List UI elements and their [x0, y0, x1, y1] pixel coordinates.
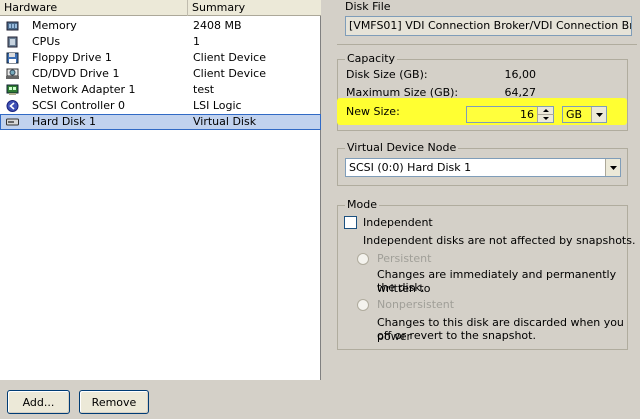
hardware-list-header: Hardware Summary: [0, 0, 321, 16]
nonpersistent-radio[interactable]: [357, 299, 369, 311]
hardware-name: Memory: [32, 19, 77, 32]
memory-icon: [6, 20, 19, 32]
new-size-input[interactable]: 16: [466, 106, 554, 123]
new-size-spinner[interactable]: [537, 107, 554, 122]
cd-dvd-drive-icon: [6, 68, 19, 80]
hardware-row-network-adapter[interactable]: Network Adapter 1 test: [0, 82, 321, 98]
hardware-row-cd-dvd-drive[interactable]: CD/DVD Drive 1 Client Device: [0, 66, 321, 82]
hardware-row-cpus[interactable]: CPUs 1: [0, 34, 321, 50]
disk-size-label: Disk Size (GB):: [346, 68, 428, 81]
floppy-drive-icon: [6, 52, 19, 64]
new-size-label: New Size:: [346, 105, 400, 118]
column-header-hardware[interactable]: Hardware: [0, 0, 188, 16]
virtual-device-node-value: SCSI (0:0) Hard Disk 1: [349, 161, 472, 174]
disk-size-value: 16,00: [504, 68, 537, 81]
nonpersistent-label[interactable]: Nonpersistent: [377, 298, 454, 312]
size-unit-value: GB: [566, 108, 583, 121]
remove-hardware-button[interactable]: Remove: [79, 390, 149, 414]
hard-disk-icon: [6, 116, 19, 128]
hardware-name: Floppy Drive 1: [32, 51, 112, 64]
virtual-device-node-select[interactable]: SCSI (0:0) Hard Disk 1: [345, 158, 621, 177]
independent-description: Independent disks are not affected by sn…: [363, 234, 636, 247]
hardware-list[interactable]: Hardware Summary Memory 2408 MB CPUs 1 F…: [0, 0, 321, 380]
nonpersistent-description-line-2: off or revert to the snapshot.: [377, 329, 536, 342]
persistent-radio[interactable]: [357, 253, 369, 265]
persistent-label[interactable]: Persistent: [377, 252, 431, 266]
mode-title: Mode: [345, 198, 379, 212]
hardware-row-hard-disk[interactable]: Hard Disk 1 Virtual Disk: [0, 114, 321, 130]
new-size-value: 16: [520, 108, 534, 121]
add-hardware-button[interactable]: Add...: [7, 390, 70, 414]
disk-file-path-field[interactable]: [VMFS01] VDI Connection Broker/VDI Conne…: [345, 16, 632, 36]
size-unit-dropdown-button[interactable]: [591, 107, 606, 122]
hardware-name: CD/DVD Drive 1: [32, 67, 120, 80]
hardware-summary: 2408 MB: [193, 19, 242, 32]
hardware-summary: Virtual Disk: [193, 115, 257, 128]
disk-file-title: Disk File: [343, 0, 393, 14]
column-header-summary[interactable]: Summary: [188, 0, 321, 16]
independent-label[interactable]: Independent: [363, 216, 433, 230]
persistent-description-line-2: the disk.: [377, 281, 425, 294]
chevron-down-icon: [596, 113, 603, 117]
virtual-device-node-dropdown-button[interactable]: [605, 159, 620, 176]
hardware-summary: LSI Logic: [193, 99, 242, 112]
chevron-down-icon: [610, 166, 617, 170]
capacity-title: Capacity: [345, 52, 398, 66]
hardware-summary: test: [193, 83, 215, 96]
hardware-action-bar: Add... Remove: [0, 380, 321, 419]
size-unit-select[interactable]: GB: [562, 106, 607, 123]
hardware-row-memory[interactable]: Memory 2408 MB: [0, 18, 321, 34]
hardware-name: SCSI Controller 0: [32, 99, 125, 112]
independent-checkbox[interactable]: [344, 216, 357, 229]
hardware-summary: Client Device: [193, 67, 266, 80]
scsi-controller-icon: [6, 100, 19, 112]
hardware-row-floppy-drive[interactable]: Floppy Drive 1 Client Device: [0, 50, 321, 66]
hardware-name: Hard Disk 1: [32, 115, 96, 128]
hardware-name: Network Adapter 1: [32, 83, 136, 96]
hardware-name: CPUs: [32, 35, 61, 48]
cpu-icon: [6, 36, 19, 48]
virtual-device-node-title: Virtual Device Node: [345, 141, 459, 155]
hardware-summary: 1: [193, 35, 200, 48]
spin-arrows-icon: [538, 109, 554, 120]
hardware-summary: Client Device: [193, 51, 266, 64]
network-adapter-icon: [6, 84, 19, 96]
hardware-row-scsi-controller[interactable]: SCSI Controller 0 LSI Logic: [0, 98, 321, 114]
